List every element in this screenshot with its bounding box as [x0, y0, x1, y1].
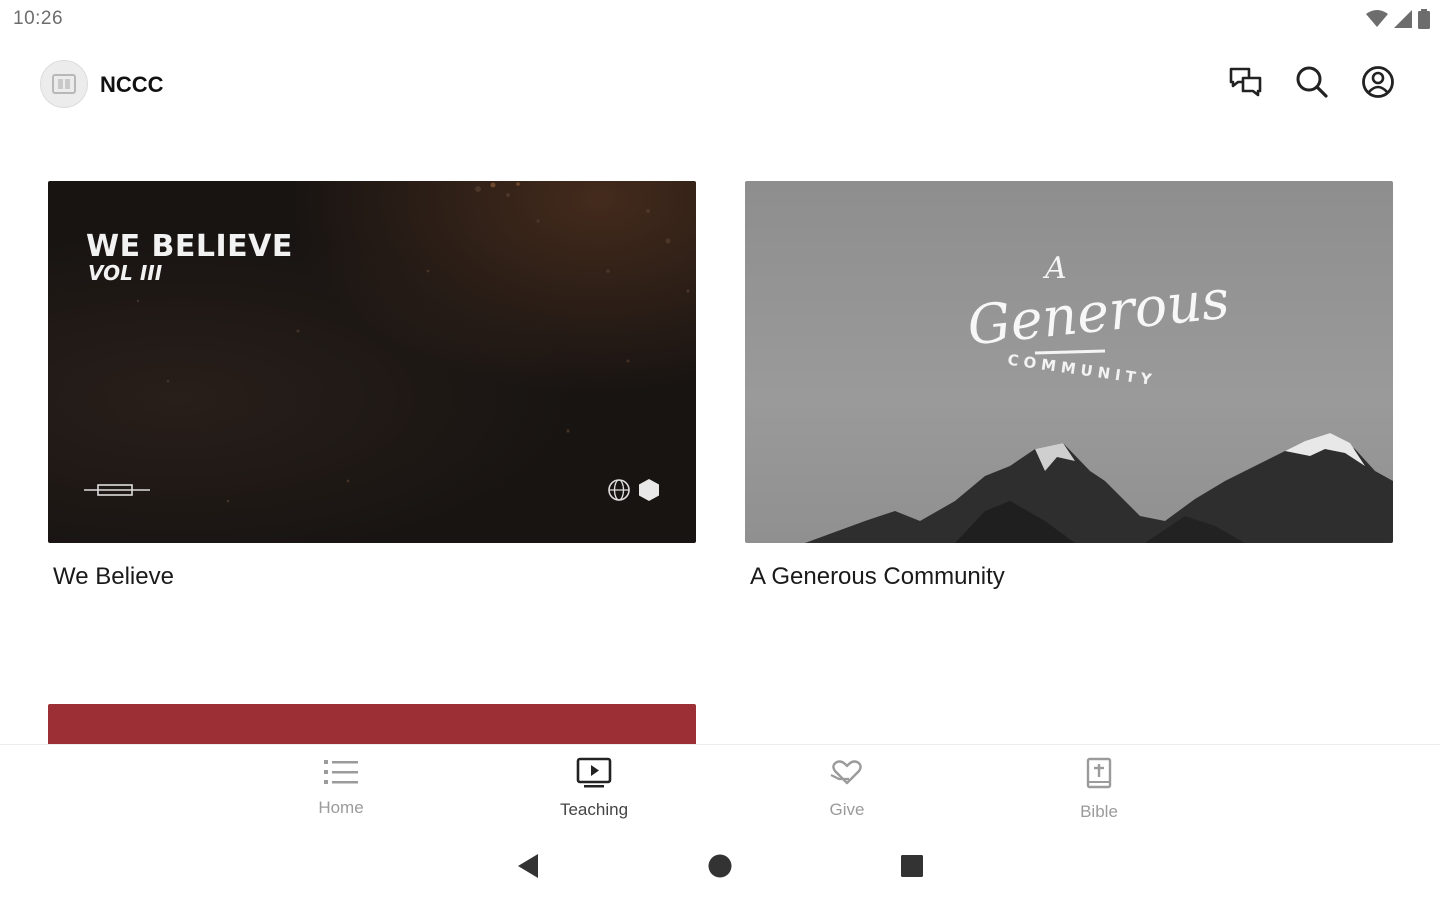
- church-logo[interactable]: [40, 60, 88, 108]
- thumbnail-subline: VOL III: [88, 261, 163, 285]
- cell-signal-icon: [1394, 10, 1412, 28]
- account-button[interactable]: [1360, 64, 1396, 104]
- thumbnail-headline: WE BELIEVE: [86, 229, 293, 264]
- hexagon-icon: [637, 478, 661, 507]
- tab-label: Give: [829, 800, 865, 819]
- system-back-button[interactable]: [508, 852, 548, 884]
- list-icon: [324, 757, 358, 792]
- tab-label: Bible: [1080, 802, 1118, 821]
- series-thumbnail: A Generous COMMUNITY: [745, 181, 1393, 543]
- tab-give[interactable]: Give: [787, 757, 907, 820]
- church-mark-icon: [84, 483, 150, 502]
- search-button[interactable]: [1294, 64, 1330, 104]
- tab-home[interactable]: Home: [281, 757, 401, 818]
- tab-teaching[interactable]: Teaching: [534, 757, 654, 820]
- series-card-we-believe[interactable]: WE BELIEVE VOL III We Believe: [48, 181, 696, 591]
- app-bar: NCCC: [0, 50, 1440, 122]
- globe-icon: [608, 479, 630, 506]
- give-heart-icon: [829, 757, 865, 794]
- app-title: NCCC: [100, 72, 164, 97]
- tv-play-icon: [576, 757, 612, 794]
- tab-bible[interactable]: Bible: [1039, 757, 1159, 822]
- bottom-navigation: Home Teaching Give Bible: [0, 744, 1440, 837]
- system-recents-button[interactable]: [892, 852, 932, 884]
- series-title: A Generous Community: [750, 563, 1005, 590]
- series-card-partial[interactable]: [48, 704, 696, 744]
- series-thumbnail: WE BELIEVE VOL III: [48, 181, 696, 543]
- status-time: 10:26: [13, 8, 64, 29]
- battery-icon: [1418, 9, 1430, 29]
- series-title: We Believe: [53, 563, 174, 590]
- account-icon: [1361, 65, 1395, 104]
- back-icon: [516, 853, 540, 884]
- status-bar: 10:26: [0, 0, 1440, 38]
- search-icon: [1295, 65, 1329, 104]
- bible-icon: [1084, 757, 1114, 796]
- tab-label: Home: [318, 798, 364, 817]
- chat-button[interactable]: [1228, 64, 1264, 104]
- system-navigation-bar: [0, 836, 1440, 900]
- system-home-button[interactable]: [700, 852, 740, 884]
- tab-label: Teaching: [559, 800, 629, 819]
- home-icon: [707, 853, 733, 884]
- chat-icon: [1229, 66, 1263, 103]
- wifi-icon: [1366, 10, 1388, 28]
- recents-icon: [900, 854, 924, 883]
- series-card-generous-community[interactable]: A Generous COMMUNITY A Generous Communit…: [745, 181, 1393, 591]
